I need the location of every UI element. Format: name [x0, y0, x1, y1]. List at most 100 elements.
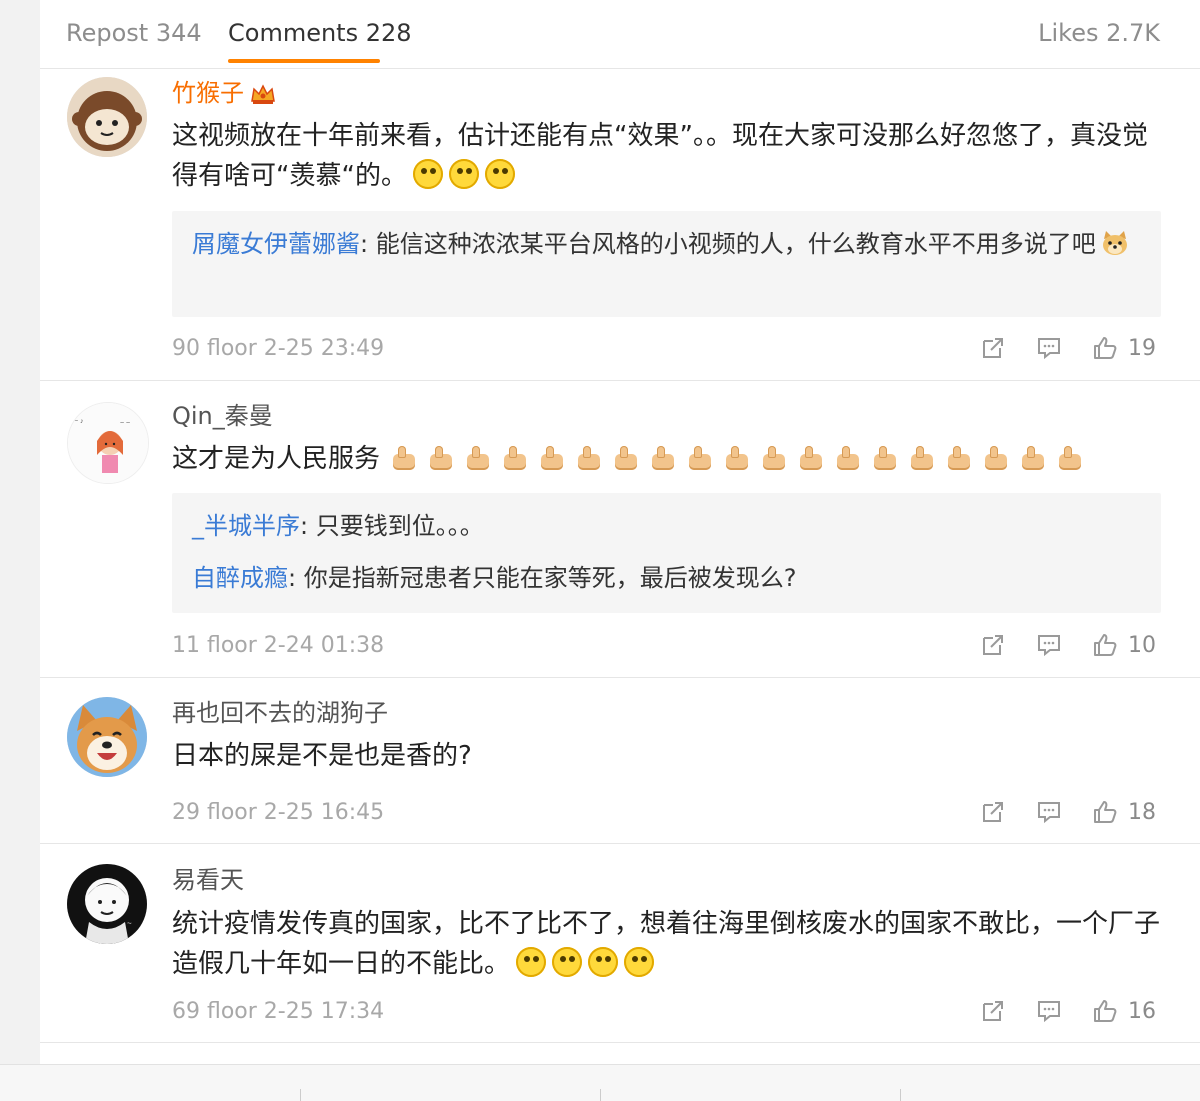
thumbs-up-emoji: [1016, 445, 1046, 471]
username[interactable]: 竹猴子: [172, 78, 276, 108]
svg-text:~ ♪: ~ ♪: [74, 418, 84, 425]
share-icon[interactable]: [980, 998, 1006, 1024]
reply-username[interactable]: _半城半序: [192, 512, 300, 540]
reply-icon[interactable]: [1036, 799, 1062, 825]
comment-actions: 16: [980, 998, 1160, 1030]
thumbs-up-emoji: [905, 445, 935, 471]
comment-divider: [40, 677, 1200, 678]
username[interactable]: Qin_秦曼: [172, 401, 273, 431]
comment-meta: 90 floor 2-25 23:49: [172, 336, 385, 361]
avatar[interactable]: [67, 77, 147, 157]
like-count: 16: [1128, 999, 1156, 1024]
like-count: 10: [1128, 633, 1156, 658]
tab-comments[interactable]: Comments 228: [228, 18, 412, 48]
comment-divider: [40, 380, 1200, 381]
reply-box[interactable]: _半城半序: 只要钱到位。。。 自醉成瘾: 你是指新冠患者只能在家等死，最后被发…: [172, 493, 1161, 613]
toolbar-divider: [900, 1089, 901, 1101]
reply-line: 屑魔女伊蕾娜酱: 能信这种浓浓某平台风格的小视频的人，什么教育水平不用多说了吧: [192, 225, 1142, 263]
tab-bar: Repost 344 Comments 228 Likes 2.7K: [40, 0, 1200, 69]
like-icon[interactable]: [1092, 799, 1118, 825]
thinking-emoji: [412, 159, 443, 189]
toolbar-divider: [600, 1089, 601, 1101]
thumbs-up-emoji: [572, 445, 602, 471]
thumbs-up-emoji: [646, 445, 676, 471]
comment-actions: 19: [980, 335, 1160, 367]
reply-username[interactable]: 自醉成瘾: [192, 564, 288, 592]
doge-emoji: [1102, 231, 1127, 255]
active-tab-indicator: [228, 59, 380, 63]
thumbs-up-emoji: [535, 445, 565, 471]
thumbs-up-emoji: [1053, 445, 1083, 471]
comment-meta: 29 floor 2-25 16:45: [172, 800, 385, 825]
tab-repost[interactable]: Repost 344: [66, 18, 202, 48]
like-count: 18: [1128, 800, 1156, 825]
girl-avatar-icon: ~ ♪ ~ ~: [68, 403, 148, 483]
avatar[interactable]: [67, 697, 147, 777]
thinking-emoji: [516, 947, 547, 977]
thumbs-up-emoji: [979, 445, 1009, 471]
username[interactable]: 易看天: [172, 865, 244, 895]
comment-text-content: 统计疫情发传真的国家，比不了比不了，想着往海里倒核废水的国家不敢比，一个厂子造假…: [172, 909, 1161, 979]
svg-text:~: ~: [127, 919, 132, 928]
thumbs-up-emoji: [720, 445, 750, 471]
sketch-portrait-avatar-icon: ~: [67, 864, 147, 944]
comment-divider: [40, 843, 1200, 844]
username-text[interactable]: 竹猴子: [172, 79, 244, 107]
reply-line: _半城半序: 只要钱到位。。。: [192, 507, 1142, 545]
comment-actions: 18: [980, 799, 1160, 831]
thumbs-up-emoji: [424, 445, 454, 471]
reply-line: 自醉成瘾: 你是指新冠患者只能在家等死，最后被发现么?: [192, 559, 1142, 597]
comment-text: 这才是为人民服务: [172, 439, 1172, 479]
svg-text:~ ~: ~ ~: [120, 420, 130, 427]
crown-icon: [251, 84, 275, 104]
comments-page: Repost 344 Comments 228 Likes 2.7K 竹猴子 这…: [40, 0, 1200, 1100]
comment-text-content: 这才是为人民服务: [172, 444, 381, 474]
share-icon[interactable]: [980, 799, 1006, 825]
comment-text: 统计疫情发传真的国家，比不了比不了，想着往海里倒核废水的国家不敢比，一个厂子造假…: [172, 904, 1172, 984]
reply-icon[interactable]: [1036, 335, 1062, 361]
reply-text: : 能信这种浓浓某平台风格的小视频的人，什么教育水平不用多说了吧: [360, 230, 1096, 258]
thumbs-up-emoji: [942, 445, 972, 471]
thumbs-up-emoji: [609, 445, 639, 471]
thumbs-up-emoji: [757, 445, 787, 471]
monkey-avatar-icon: [67, 77, 147, 157]
shiba-dog-avatar-icon: [67, 697, 147, 777]
comment-meta: 11 floor 2-24 01:38: [172, 633, 385, 658]
reply-text: : 你是指新冠患者只能在家等死，最后被发现么?: [288, 564, 797, 592]
thinking-emoji: [552, 947, 583, 977]
reply-icon[interactable]: [1036, 632, 1062, 658]
thumbs-up-emoji-row: [380, 444, 1083, 474]
like-icon[interactable]: [1092, 632, 1118, 658]
thumbs-up-emoji: [683, 445, 713, 471]
thinking-emoji: [588, 947, 619, 977]
avatar[interactable]: ~: [67, 864, 147, 944]
comment-text: 日本的屎是不是也是香的?: [172, 741, 472, 771]
thumbs-up-emoji: [794, 445, 824, 471]
like-count: 19: [1128, 336, 1156, 361]
reply-text: : 只要钱到位。。。: [300, 512, 484, 540]
like-icon[interactable]: [1092, 335, 1118, 361]
thumbs-up-emoji: [831, 445, 861, 471]
comment-divider: [40, 1042, 1200, 1043]
comment-actions: 10: [980, 632, 1160, 664]
thumbs-up-emoji: [868, 445, 898, 471]
comment-meta: 69 floor 2-25 17:34: [172, 999, 385, 1024]
reply-box[interactable]: 屑魔女伊蕾娜酱: 能信这种浓浓某平台风格的小视频的人，什么教育水平不用多说了吧: [172, 211, 1161, 317]
reply-username[interactable]: 屑魔女伊蕾娜酱: [192, 230, 360, 258]
username[interactable]: 再也回不去的湖狗子: [172, 698, 388, 728]
thumbs-up-emoji: [498, 445, 528, 471]
thumbs-up-emoji: [461, 445, 491, 471]
toolbar-divider: [300, 1089, 301, 1101]
tab-likes[interactable]: Likes 2.7K: [1038, 18, 1160, 48]
thinking-emoji: [624, 947, 655, 977]
share-icon[interactable]: [980, 335, 1006, 361]
like-icon[interactable]: [1092, 998, 1118, 1024]
reply-icon[interactable]: [1036, 998, 1062, 1024]
bottom-toolbar: [0, 1064, 1200, 1101]
thinking-emoji: [448, 159, 479, 189]
thumbs-up-emoji: [387, 445, 417, 471]
comment-text-content: 这视频放在十年前来看，估计还能有点“效果”。。现在大家可没那么好忽悠了，真没觉得…: [172, 121, 1148, 191]
avatar[interactable]: ~ ♪ ~ ~: [67, 402, 149, 484]
share-icon[interactable]: [980, 632, 1006, 658]
thinking-emoji: [484, 159, 515, 189]
